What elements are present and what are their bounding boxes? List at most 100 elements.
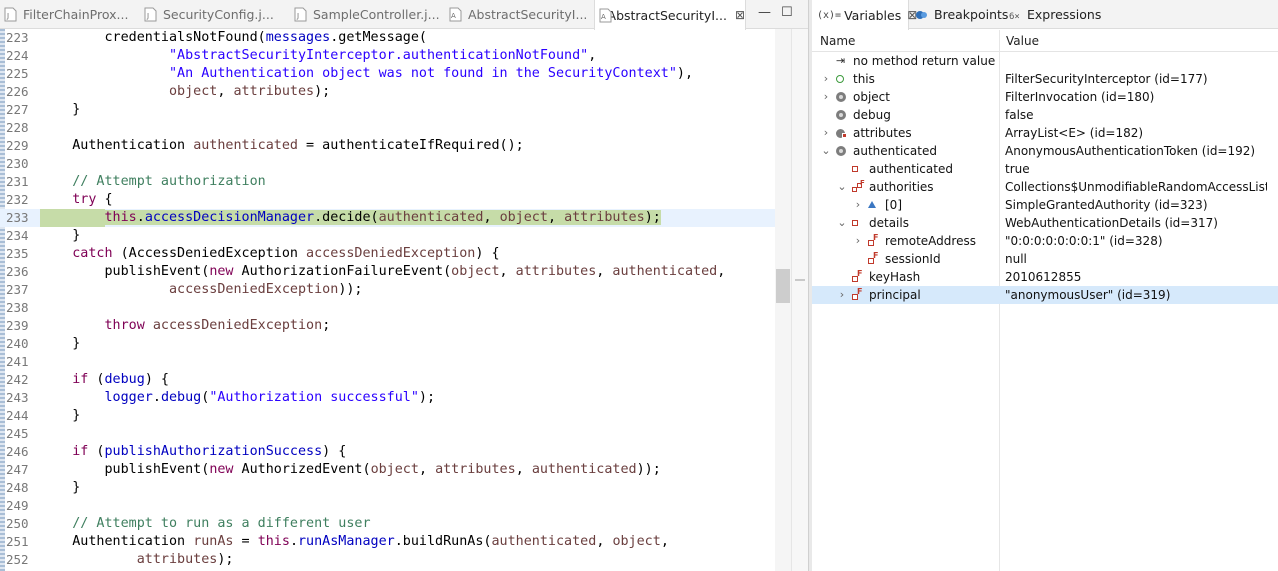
variable-row-authenticated[interactable]: authenticated true: [812, 160, 1278, 178]
minimize-icon[interactable]: —: [758, 5, 771, 20]
code-line[interactable]: 232 try {: [0, 191, 775, 209]
variable-row-debug[interactable]: debug false: [812, 106, 1278, 124]
column-header-value[interactable]: Value: [1006, 34, 1039, 48]
code-text: accessDeniedException));: [169, 282, 363, 297]
code-line[interactable]: 251 Authentication runAs = this.runAsMan…: [0, 533, 775, 551]
variable-value: ArrayList<E> (id=182): [1005, 126, 1144, 140]
expand-chevron-icon[interactable]: ›: [820, 70, 832, 88]
scrollbar-thumb[interactable]: [776, 269, 790, 303]
variable-row-authenticated[interactable]: ⌄ authenticated AnonymousAuthenticationTok…: [812, 142, 1278, 160]
code-line[interactable]: 236 publishEvent(new AuthorizationFailur…: [0, 263, 775, 281]
expand-chevron-icon[interactable]: ›: [820, 88, 832, 106]
tab-breakpoints[interactable]: Breakpoints: [911, 0, 1008, 29]
code-line[interactable]: 246 if (publishAuthorizationSuccess) {: [0, 443, 775, 461]
code-text: if (debug) {: [72, 372, 169, 387]
code-line[interactable]: 228: [0, 119, 775, 137]
expand-chevron-icon[interactable]: ›: [852, 232, 864, 250]
collapse-chevron-icon[interactable]: ⌄: [820, 142, 832, 160]
code-line[interactable]: 239 throw accessDeniedException;: [0, 317, 775, 335]
column-header-name[interactable]: Name: [820, 34, 855, 48]
expand-chevron-icon[interactable]: ›: [836, 286, 848, 304]
variable-row-this[interactable]: › this FilterSecurityInterceptor (id=177): [812, 70, 1278, 88]
code-line[interactable]: 245: [0, 425, 775, 443]
code-text: publishEvent(new AuthorizedEvent(object,…: [40, 462, 661, 477]
variable-row-nomethodreturnvalue[interactable]: ⇥ no method return value: [812, 52, 1278, 70]
variable-name: attributes: [853, 126, 912, 140]
collapse-chevron-icon[interactable]: ⌄: [836, 214, 848, 232]
line-number: 230: [6, 156, 29, 171]
code-line[interactable]: 243 logger.debug("Authorization successf…: [0, 389, 775, 407]
tab-expressions[interactable]: 6× Expressions: [1005, 0, 1105, 29]
code-line[interactable]: 235 catch (AccessDeniedException accessD…: [0, 245, 775, 263]
expand-chevron-icon[interactable]: ›: [852, 196, 864, 214]
expressions-icon: 6×: [1009, 9, 1023, 22]
variable-row-0[interactable]: › [0] SimpleGrantedAuthority (id=323): [812, 196, 1278, 214]
final-field-icon: F: [868, 251, 878, 264]
close-icon[interactable]: ⊠: [735, 8, 745, 22]
code-line[interactable]: 230: [0, 155, 775, 173]
editor-tab-abstractsecurityinterceptor-1[interactable]: A AbstractSecurityI...: [445, 0, 593, 29]
line-number: 243: [6, 390, 29, 405]
overview-ruler[interactable]: [791, 29, 808, 571]
code-line[interactable]: 241: [0, 353, 775, 371]
local-variable-icon: [836, 110, 846, 120]
variable-row-object[interactable]: › object FilterInvocation (id=180): [812, 88, 1278, 106]
code-line-current[interactable]: 233 this.accessDecisionManager.decide(au…: [0, 209, 775, 227]
variables-icon: (x)=: [817, 9, 842, 21]
code-line[interactable]: 223 credentialsNotFound(messages.getMess…: [0, 29, 775, 47]
code-text: "An Authentication object was not found …: [169, 66, 694, 81]
code-line[interactable]: 247 publishEvent(new AuthorizedEvent(obj…: [0, 461, 775, 479]
line-number: 249: [6, 498, 29, 513]
code-line[interactable]: 252 attributes);: [0, 551, 775, 569]
code-line[interactable]: 229 Authentication authenticated = authe…: [0, 137, 775, 155]
maximize-icon[interactable]: ☐: [781, 5, 793, 20]
variable-row-details[interactable]: ⌄ details WebAuthenticationDetails (id=317…: [812, 214, 1278, 232]
svg-text:J: J: [6, 12, 9, 20]
expand-chevron-icon[interactable]: ›: [820, 124, 832, 142]
code-line[interactable]: 225 "An Authentication object was not fo…: [0, 65, 775, 83]
code-editor[interactable]: 223 credentialsNotFound(messages.getMess…: [0, 29, 775, 571]
local-variable-icon: [836, 146, 846, 156]
code-line[interactable]: 242 if (debug) {: [0, 371, 775, 389]
code-line[interactable]: 248 }: [0, 479, 775, 497]
code-line[interactable]: 249: [0, 497, 775, 515]
code-line[interactable]: 234 }: [0, 227, 775, 245]
view-tab-bar: (x)= Variables ⊠ Breakpoints 6× Expressi…: [812, 0, 1278, 30]
variable-value: null: [1005, 252, 1027, 266]
code-text: object, attributes);: [169, 84, 331, 99]
code-text: }: [40, 102, 81, 117]
return-value-icon: ⇥: [836, 54, 846, 67]
variable-row-keyhash[interactable]: FkeyHash 2010612855: [812, 268, 1278, 286]
line-number: 247: [6, 462, 29, 477]
code-line[interactable]: 240 }: [0, 335, 775, 353]
variable-row-sessionid[interactable]: FsessionId null: [812, 250, 1278, 268]
tab-variables[interactable]: (x)= Variables ⊠: [812, 0, 917, 30]
code-line[interactable]: 238: [0, 299, 775, 317]
code-line[interactable]: 224 "AbstractSecurityInterceptor.authent…: [0, 47, 775, 65]
editor-tab-securityconfig[interactable]: J SecurityConfig.j...: [140, 0, 290, 29]
editor-vertical-scrollbar[interactable]: [775, 29, 791, 571]
line-number: 223: [6, 30, 29, 45]
editor-tab-filterchainproxy[interactable]: J FilterChainProx...: [0, 0, 140, 29]
editor-tab-label: FilterChainProx...: [23, 7, 129, 22]
variable-row-remoteaddress[interactable]: › FremoteAddress "0:0:0:0:0:0:0:1" (id=328…: [812, 232, 1278, 250]
code-line[interactable]: 226 object, attributes);: [0, 83, 775, 101]
line-number: 233: [6, 210, 29, 225]
code-line[interactable]: 227 }: [0, 101, 775, 119]
collapse-chevron-icon[interactable]: ⌄: [836, 178, 848, 196]
variable-row-principal[interactable]: › Fprincipal "anonymousUser" (id=319): [812, 286, 1278, 304]
editor-tab-abstractsecurityinterceptor-active[interactable]: A AbstractSecurityI... ⊠: [594, 0, 746, 30]
variable-row-authorities[interactable]: ⌄ Fauthorities Collections$UnmodifiableRan…: [812, 178, 1278, 196]
code-line[interactable]: 237 accessDeniedException));: [0, 281, 775, 299]
line-number: 244: [6, 408, 29, 423]
editor-tab-samplecontroller[interactable]: J SampleController.j...: [290, 0, 445, 29]
code-text: try {: [72, 192, 113, 207]
code-text: Authentication authenticated = authentic…: [40, 138, 524, 153]
code-line[interactable]: 250 // Attempt to run as a different use…: [0, 515, 775, 533]
code-line[interactable]: 231 // Attempt authorization: [0, 173, 775, 191]
svg-text:J: J: [146, 12, 149, 20]
variable-row-attributes[interactable]: › attributes ArrayList<E> (id=182): [812, 124, 1278, 142]
code-line[interactable]: 244 }: [0, 407, 775, 425]
variable-value: "anonymousUser" (id=319): [1005, 288, 1171, 302]
line-number: 251: [6, 534, 29, 549]
